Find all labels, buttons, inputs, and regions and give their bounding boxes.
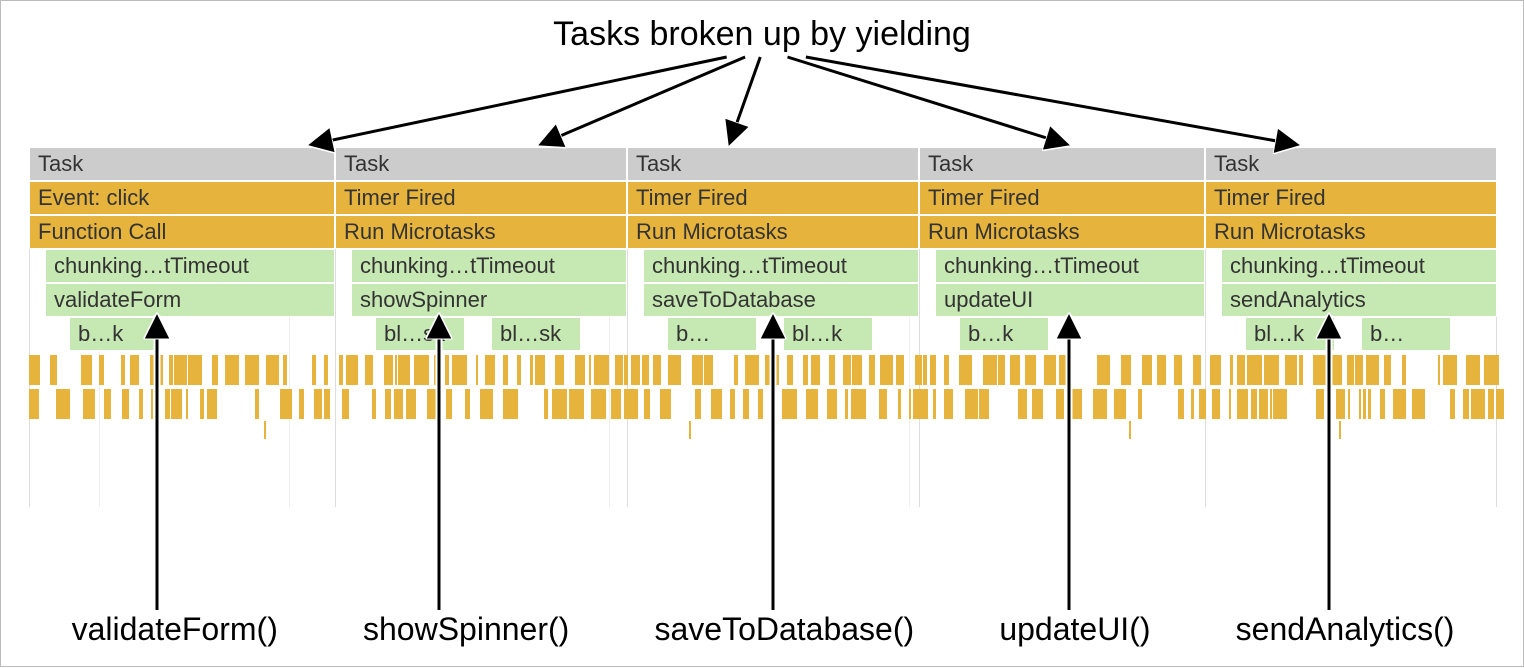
flame-cell: chunking…tTimeout [45, 249, 335, 283]
flame-chart: TaskTaskTaskTaskTask Event: clickTimer F… [29, 147, 1497, 445]
bottom-label: updateUI() [999, 611, 1150, 648]
flame-cell: Event: click [29, 181, 335, 215]
flame-cell: chunking…tTimeout [935, 249, 1205, 283]
block-chip: bl…sk [491, 317, 581, 351]
row-blocks: b…k bl…sk bl…sk b… bl…k b…k bl…k b… [29, 317, 1497, 351]
row-task: TaskTaskTaskTaskTask [29, 147, 1497, 181]
flame-cell: chunking…tTimeout [1221, 249, 1497, 283]
flame-cell: Timer Fired [335, 181, 627, 215]
row-call: Function CallRun MicrotasksRun Microtask… [29, 215, 1497, 249]
flame-cell: Timer Fired [919, 181, 1205, 215]
flame-cell: Run Microtasks [627, 215, 919, 249]
flame-cell: validateForm [45, 283, 335, 317]
row-chunk: chunking…tTimeout chunking…tTimeout chunki… [29, 249, 1497, 283]
block-chip: b… [667, 317, 757, 351]
flame-cell: Task [335, 147, 627, 181]
flame-cell: Run Microtasks [335, 215, 627, 249]
flame-cell: chunking…tTimeout [643, 249, 919, 283]
bottom-label: showSpinner() [363, 611, 569, 648]
flame-cell: Task [919, 147, 1205, 181]
flame-cell: updateUI [935, 283, 1205, 317]
block-chip: bl…k [783, 317, 873, 351]
block-chip: bl…sk [375, 317, 465, 351]
bottom-label: saveToDatabase() [654, 611, 914, 648]
row-fn: validateForm showSpinner saveToDatabase upd… [29, 283, 1497, 317]
bottom-labels: validateForm() showSpinner() saveToDatabas… [29, 611, 1497, 648]
flame-cell: Task [29, 147, 335, 181]
microbars [29, 355, 1497, 445]
flame-cell: showSpinner [351, 283, 627, 317]
row-event: Event: clickTimer FiredTimer FiredTimer … [29, 181, 1497, 215]
flame-cell: Run Microtasks [919, 215, 1205, 249]
block-chip: b…k [69, 317, 159, 351]
flame-cell: sendAnalytics [1221, 283, 1497, 317]
flame-cell: saveToDatabase [643, 283, 919, 317]
flame-cell: Function Call [29, 215, 335, 249]
block-chip: bl…k [1245, 317, 1335, 351]
block-chip: b… [1361, 317, 1451, 351]
flame-cell: Run Microtasks [1205, 215, 1497, 249]
bottom-label: sendAnalytics() [1236, 611, 1455, 648]
flame-cell: Timer Fired [1205, 181, 1497, 215]
flame-cell: Task [627, 147, 919, 181]
flame-cell: chunking…tTimeout [351, 249, 627, 283]
block-chip: b…k [959, 317, 1049, 351]
bottom-label: validateForm() [72, 611, 278, 648]
flame-cell: Timer Fired [627, 181, 919, 215]
diagram-title: Tasks broken up by yielding [553, 15, 971, 54]
flame-cell: Task [1205, 147, 1497, 181]
